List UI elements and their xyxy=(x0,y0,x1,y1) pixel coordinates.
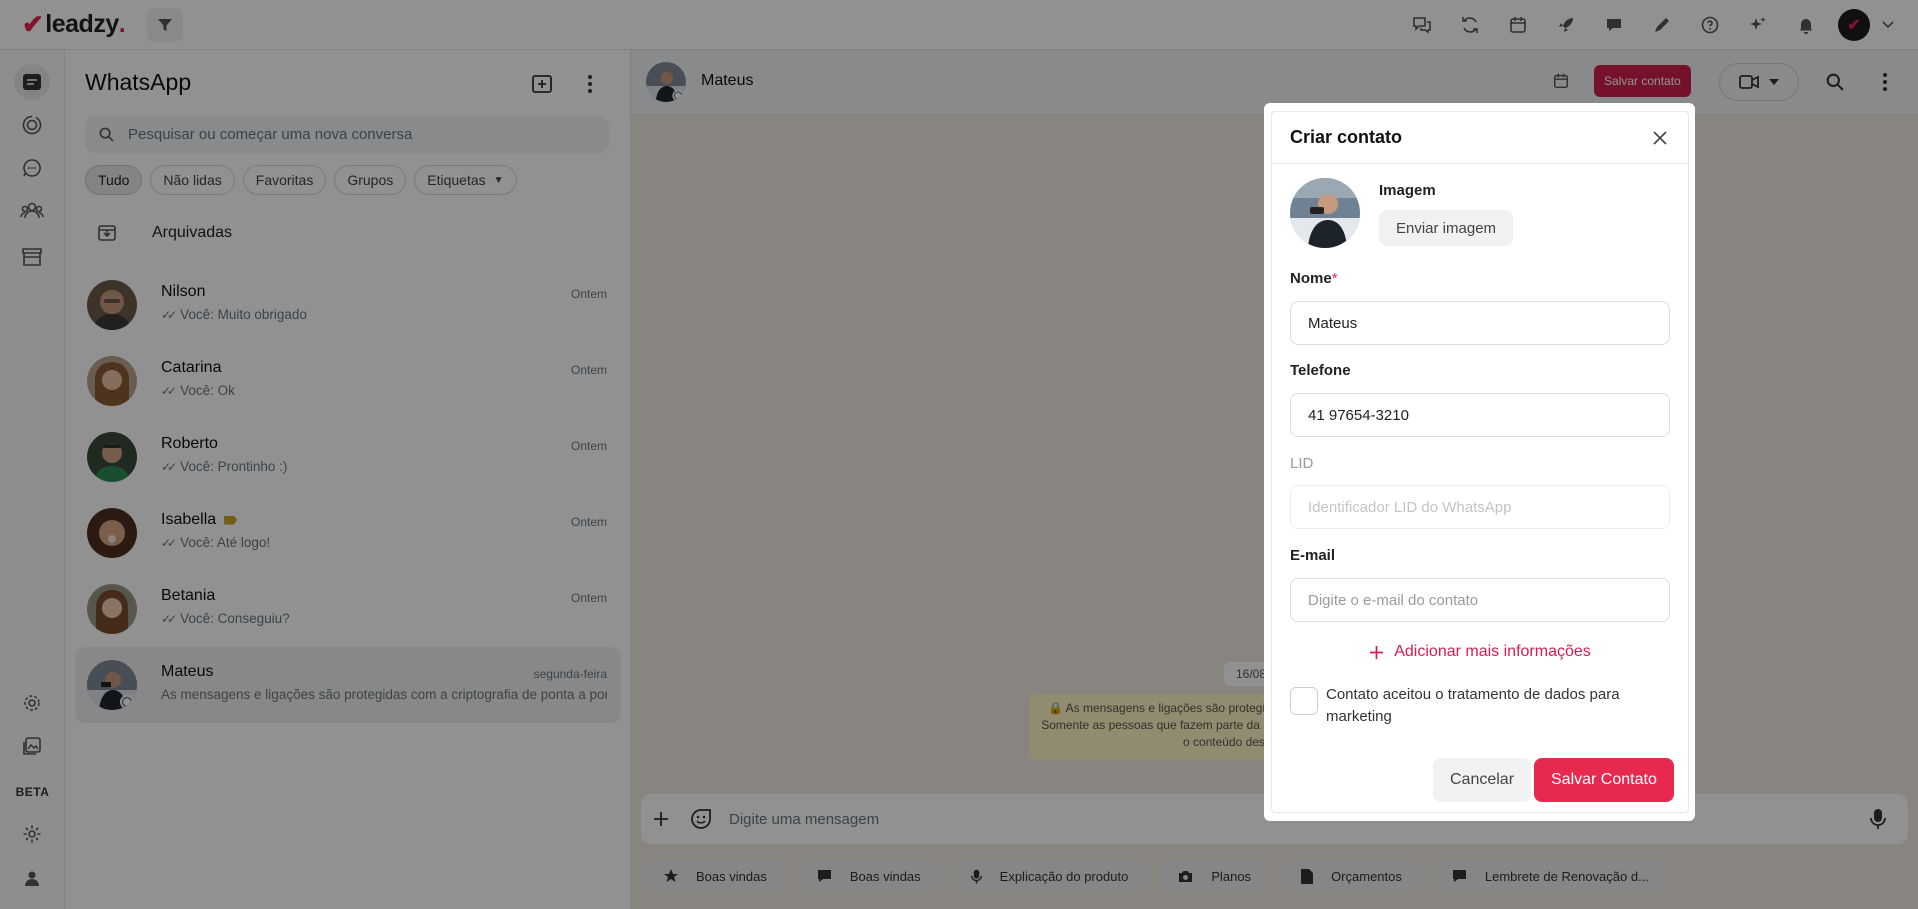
cancel-button[interactable]: Cancelar xyxy=(1433,758,1532,802)
name-field[interactable] xyxy=(1290,301,1670,345)
marketing-consent-checkbox[interactable] xyxy=(1290,687,1318,715)
contact-photo xyxy=(1290,178,1360,248)
email-field[interactable] xyxy=(1290,578,1670,622)
save-contact-submit-button[interactable]: Salvar Contato xyxy=(1534,758,1674,802)
email-label: E-mail xyxy=(1290,547,1336,564)
lid-field[interactable] xyxy=(1290,485,1670,529)
create-contact-dialog: Criar contato Imagem Enviar imagem Nome*… xyxy=(1271,111,1689,813)
close-button[interactable] xyxy=(1648,126,1672,150)
name-label: Nome* xyxy=(1290,270,1338,287)
phone-label: Telefone xyxy=(1290,362,1351,379)
marketing-consent-label[interactable]: Contato aceitou o tratamento de dados pa… xyxy=(1326,684,1666,728)
dialog-title: Criar contato xyxy=(1290,127,1403,147)
close-icon xyxy=(1653,131,1667,145)
phone-field[interactable] xyxy=(1290,393,1670,437)
lid-label: LID xyxy=(1290,455,1314,472)
plus-icon xyxy=(1370,645,1384,659)
add-more-info-button[interactable]: Adicionar mais informações xyxy=(1272,643,1688,661)
upload-image-button[interactable]: Enviar imagem xyxy=(1379,210,1514,246)
divider xyxy=(1272,163,1688,164)
image-label: Imagem xyxy=(1379,182,1436,199)
